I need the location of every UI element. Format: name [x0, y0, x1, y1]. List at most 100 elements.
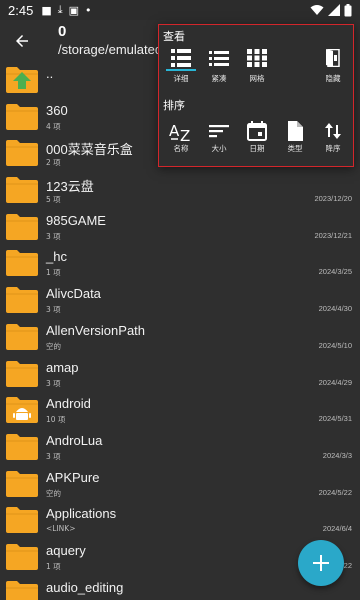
view-grid-label: 网格 [249, 74, 265, 83]
back-button[interactable] [8, 27, 36, 55]
folder-icon [6, 507, 38, 534]
file-row[interactable]: APKPure 空的 2024/5/22 [0, 466, 360, 503]
file-item-count: 3 项 [46, 378, 61, 388]
folder-icon [6, 250, 38, 277]
file-item-count: 空的 [46, 341, 61, 351]
signal-icon [328, 4, 340, 16]
folder-icon [6, 103, 38, 130]
sort-descending-option[interactable]: 降序 [315, 121, 351, 154]
sort-name-icon: A Z [169, 122, 190, 141]
sort-date-icon [247, 121, 267, 141]
folder-up-icon [6, 67, 38, 93]
sort-name-option[interactable]: A Z 名称 [163, 121, 199, 154]
view-detail-label: 详细 [173, 74, 189, 83]
file-item-count: 3 项 [46, 305, 61, 315]
sort-type-label: 类型 [287, 144, 303, 153]
folder-icon [6, 360, 38, 387]
notification-square-icon: ■ [41, 3, 52, 17]
sort-size-icon [209, 125, 229, 138]
file-date: 2024/5/31 [318, 414, 352, 424]
file-name: AndroLua [46, 432, 103, 448]
folder-icon [6, 433, 38, 460]
file-date: 2024/3/25 [318, 267, 352, 277]
wifi-icon [310, 5, 324, 15]
view-detail-icon [171, 49, 191, 67]
file-row[interactable]: 985GAME 3 项 2023/12/21 [0, 209, 360, 246]
file-name: audio_editing [46, 579, 124, 595]
notification-image-icon: ▣ [68, 3, 79, 17]
file-item-count: 1 项 [46, 268, 61, 278]
folder-icon [6, 580, 38, 600]
file-name: Android [46, 396, 91, 412]
selection-count: 0 [58, 23, 67, 40]
folder-icon [6, 323, 38, 350]
file-item-count: 1 项 [46, 561, 61, 571]
plus-icon [313, 555, 329, 571]
file-row[interactable]: AlivcData 3 项 2024/4/30 [0, 282, 360, 319]
view-grid-option[interactable]: 网格 [239, 49, 275, 84]
file-name: Applications [46, 506, 117, 522]
file-date: 2023/12/21 [314, 230, 352, 240]
current-path: /storage/emulated/0 [58, 42, 173, 57]
battery-icon [344, 3, 352, 16]
sort-type-option[interactable]: 类型 [277, 121, 313, 154]
file-row[interactable]: AndroLua 3 项 2024/3/3 [0, 429, 360, 466]
file-date: 2024/4/30 [318, 304, 352, 314]
file-row[interactable]: amap 3 项 2024/4/29 [0, 356, 360, 393]
folder-icon [6, 470, 38, 497]
sort-descending-icon [325, 123, 341, 139]
file-row[interactable]: _hc 1 项 2024/3/25 [0, 245, 360, 282]
status-time: 2:45 [8, 2, 34, 18]
dot-icon: • [85, 3, 92, 17]
sort-size-option[interactable]: 大小 [201, 121, 237, 154]
arrow-back-icon [16, 35, 28, 47]
view-compact-option[interactable]: 紧凑 [201, 49, 237, 84]
file-name: amap [46, 359, 79, 375]
sort-type-icon [288, 121, 303, 141]
file-item-count: 4 项 [46, 121, 61, 131]
file-name: AlivcData [46, 286, 101, 302]
view-compact-icon [209, 51, 229, 66]
android-folder-icon [6, 397, 38, 424]
sort-date-label: 日期 [249, 144, 265, 153]
folder-icon [6, 287, 38, 314]
file-item-count: 2 项 [46, 158, 61, 168]
folder-icon [6, 140, 38, 167]
sort-descending-label: 降序 [325, 144, 341, 153]
file-item-count: 10 项 [46, 415, 66, 425]
add-fab-button[interactable] [298, 540, 344, 586]
view-section-title: 查看 [163, 30, 185, 43]
status-right [310, 3, 352, 17]
status-bar: 2:45 ■ ⤓ ▣ • [0, 0, 360, 20]
file-row[interactable]: AllenVersionPath 空的 2024/5/10 [0, 319, 360, 356]
file-date: 2024/5/10 [318, 340, 352, 350]
file-item-count: 3 项 [46, 231, 61, 241]
folder-icon [6, 543, 38, 570]
folder-icon [6, 177, 38, 204]
hidden-files-icon [326, 49, 340, 67]
view-detail-option[interactable]: 详细 [163, 49, 199, 84]
file-item-count: 5 项 [46, 195, 61, 205]
file-name: 985GAME [46, 212, 106, 228]
file-name: aquery [46, 542, 86, 558]
file-row[interactable]: Android 10 项 2024/5/31 [0, 392, 360, 429]
hidden-files-option[interactable]: 隐藏 [315, 49, 351, 84]
svg-text:A: A [169, 122, 180, 140]
file-row[interactable]: 123云盘 5 项 2023/12/20 [0, 172, 360, 209]
file-name: AllenVersionPath [46, 322, 146, 338]
file-row[interactable]: Applications <LINK> 2024/6/4 [0, 502, 360, 539]
file-name: APKPure [46, 469, 100, 485]
file-date: 2024/3/3 [322, 450, 352, 460]
sort-date-option[interactable]: 日期 [239, 121, 275, 154]
view-sort-popup: 查看 详细 紧凑 网格 隐藏 排序 A Z 名称 大小 日期 类型 降序 [158, 24, 354, 167]
file-item-count: 空的 [46, 488, 61, 498]
view-grid-icon [247, 49, 267, 67]
sort-name-label: 名称 [173, 144, 189, 153]
selected-indicator [166, 69, 196, 71]
file-date: 2023/12/20 [314, 194, 352, 204]
file-name: .. [46, 66, 54, 81]
view-compact-label: 紧凑 [211, 74, 227, 83]
file-item-count: 3 项 [46, 451, 61, 461]
file-item-count: <LINK> [46, 524, 76, 534]
file-date: 2024/4/29 [318, 377, 352, 387]
